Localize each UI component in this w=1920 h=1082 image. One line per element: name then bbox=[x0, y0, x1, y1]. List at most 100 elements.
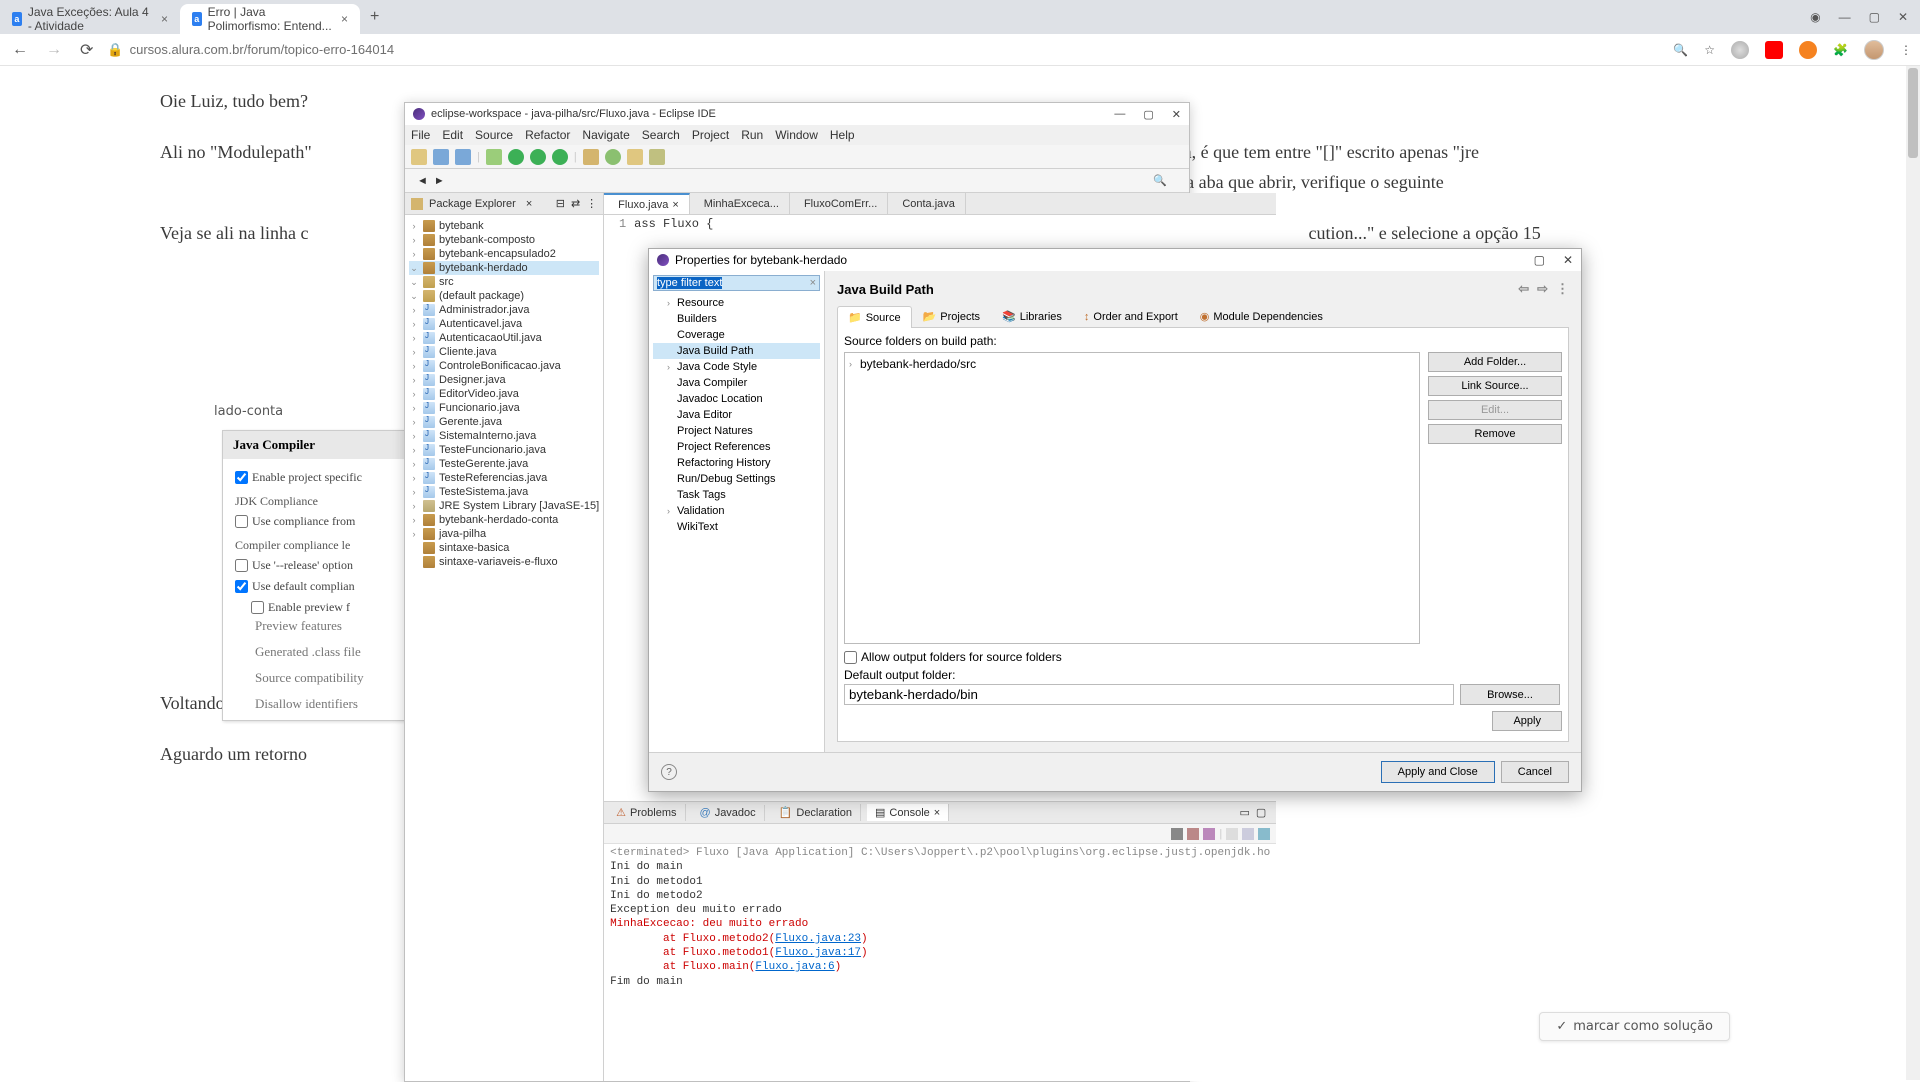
checkbox-preview[interactable]: Enable preview f bbox=[235, 597, 398, 618]
collapse-icon[interactable]: ⊟ bbox=[556, 197, 565, 210]
search-icon[interactable] bbox=[649, 149, 665, 165]
new-tab-button[interactable]: + bbox=[360, 8, 389, 26]
link-source-button[interactable]: Link Source... bbox=[1428, 376, 1562, 396]
browser-tab-active[interactable]: a Erro | Java Polimorfismo: Entend... × bbox=[180, 4, 360, 34]
add-folder-button[interactable]: Add Folder... bbox=[1428, 352, 1562, 372]
tree-file[interactable]: ›TesteGerente.java bbox=[409, 457, 599, 471]
category-item[interactable]: Refactoring History bbox=[653, 455, 820, 471]
extensions-icon[interactable]: 🧩 bbox=[1833, 43, 1848, 57]
save-icon[interactable] bbox=[433, 149, 449, 165]
tab-source[interactable]: 📁Source bbox=[837, 306, 912, 328]
minimize-icon[interactable]: — bbox=[1839, 10, 1851, 24]
coverage-icon[interactable] bbox=[530, 149, 546, 165]
scroll-lock-icon[interactable] bbox=[1242, 828, 1254, 840]
terminate-icon[interactable] bbox=[1171, 828, 1183, 840]
search-icon[interactable]: 🔍 bbox=[1153, 174, 1167, 187]
source-folders-tree[interactable]: ›bytebank-herdado/src bbox=[844, 352, 1420, 644]
javadoc-tab[interactable]: @Javadoc bbox=[692, 805, 765, 821]
tree-file[interactable]: ›Administrador.java bbox=[409, 303, 599, 317]
bookmark-icon[interactable]: ☆ bbox=[1704, 43, 1715, 57]
dialog-titlebar[interactable]: Properties for bytebank-herdado ▢ ✕ bbox=[649, 249, 1581, 271]
checkbox-default[interactable]: Use default complian bbox=[235, 576, 398, 597]
browse-button[interactable]: Browse... bbox=[1460, 684, 1560, 705]
menu-search[interactable]: Search bbox=[642, 128, 680, 142]
run-icon[interactable] bbox=[508, 149, 524, 165]
mark-solution-button[interactable]: ✓ marcar como solução bbox=[1539, 1012, 1730, 1041]
back-icon[interactable]: ⇦ bbox=[1518, 281, 1529, 297]
apply-button[interactable]: Apply bbox=[1492, 711, 1562, 731]
category-item[interactable]: WikiText bbox=[653, 519, 820, 535]
code-editor[interactable]: 1ass Fluxo { bbox=[604, 215, 1276, 233]
cancel-button[interactable]: Cancel bbox=[1501, 761, 1569, 783]
open-type-icon[interactable] bbox=[627, 149, 643, 165]
clear-icon[interactable]: × bbox=[810, 277, 816, 289]
tree-file[interactable]: ›TesteSistema.java bbox=[409, 485, 599, 499]
category-item[interactable]: Builders bbox=[653, 311, 820, 327]
new-package-icon[interactable] bbox=[583, 149, 599, 165]
tab-libraries[interactable]: 📚Libraries bbox=[991, 305, 1073, 327]
forward-icon[interactable]: ⇨ bbox=[1537, 281, 1548, 297]
tab-projects[interactable]: 📂Projects bbox=[912, 305, 991, 327]
menu-help[interactable]: Help bbox=[830, 128, 855, 142]
maximize-icon[interactable]: ▢ bbox=[1256, 806, 1266, 819]
category-item[interactable]: ›Validation bbox=[653, 503, 820, 519]
category-item[interactable]: Run/Debug Settings bbox=[653, 471, 820, 487]
menu-source[interactable]: Source bbox=[475, 128, 513, 142]
menu-file[interactable]: File bbox=[411, 128, 430, 142]
minimize-icon[interactable]: — bbox=[1114, 108, 1125, 121]
remove-button[interactable]: Remove bbox=[1428, 424, 1562, 444]
menu-window[interactable]: Window bbox=[775, 128, 818, 142]
tree-file[interactable]: ›TesteFuncionario.java bbox=[409, 443, 599, 457]
category-tree[interactable]: ›ResourceBuildersCoverageJava Build Path… bbox=[653, 291, 820, 535]
minimize-icon[interactable]: ▭ bbox=[1239, 806, 1249, 819]
menu-run[interactable]: Run bbox=[741, 128, 763, 142]
browser-tab[interactable]: a Java Exceções: Aula 4 - Atividade × bbox=[0, 4, 180, 34]
new-icon[interactable] bbox=[411, 149, 427, 165]
tab-modules[interactable]: ◉Module Dependencies bbox=[1189, 305, 1334, 327]
tab-order[interactable]: ↕Order and Export bbox=[1073, 305, 1189, 327]
console-tab[interactable]: ▤Console× bbox=[867, 804, 949, 821]
maximize-icon[interactable]: ▢ bbox=[1534, 253, 1545, 267]
category-item[interactable]: Task Tags bbox=[653, 487, 820, 503]
editor-tab[interactable]: FluxoComErr... bbox=[790, 193, 888, 214]
tree-file[interactable]: ›Cliente.java bbox=[409, 345, 599, 359]
tree-file[interactable]: ›AutenticacaoUtil.java bbox=[409, 331, 599, 345]
save-all-icon[interactable] bbox=[455, 149, 471, 165]
category-item[interactable]: Java Build Path bbox=[653, 343, 820, 359]
tree-file[interactable]: ›SistemaInterno.java bbox=[409, 429, 599, 443]
account-icon[interactable]: ◉ bbox=[1810, 10, 1820, 24]
external-icon[interactable] bbox=[552, 149, 568, 165]
menu-refactor[interactable]: Refactor bbox=[525, 128, 570, 142]
filter-input[interactable]: type filter text × bbox=[653, 275, 820, 291]
category-item[interactable]: ›Java Code Style bbox=[653, 359, 820, 375]
category-item[interactable]: Project Natures bbox=[653, 423, 820, 439]
output-folder-input[interactable] bbox=[844, 684, 1454, 705]
page-scrollbar[interactable] bbox=[1906, 66, 1920, 1080]
editor-tab[interactable]: Fluxo.java× bbox=[604, 193, 690, 214]
arrow-icon[interactable]: ◄ bbox=[417, 175, 428, 187]
checkbox-enable-project[interactable]: Enable project specific bbox=[235, 467, 398, 488]
close-icon[interactable]: ✕ bbox=[1172, 108, 1181, 121]
menu-icon[interactable]: ⋮ bbox=[1556, 281, 1569, 297]
allow-output-checkbox[interactable]: Allow output folders for source folders bbox=[844, 650, 1562, 664]
new-class-icon[interactable] bbox=[605, 149, 621, 165]
menu-icon[interactable]: ⋮ bbox=[1900, 43, 1912, 57]
tree-file[interactable]: ›Gerente.java bbox=[409, 415, 599, 429]
remove-all-icon[interactable] bbox=[1203, 828, 1215, 840]
checkbox-release[interactable]: Use '--release' option bbox=[235, 555, 398, 576]
arrow-icon[interactable]: ► bbox=[434, 175, 445, 187]
reload-button[interactable]: ⟳ bbox=[76, 36, 97, 64]
eclipse-toolbar[interactable]: | | bbox=[405, 145, 1189, 169]
category-item[interactable]: Java Editor bbox=[653, 407, 820, 423]
tree-file[interactable]: ›Autenticavel.java bbox=[409, 317, 599, 331]
maximize-icon[interactable]: ▢ bbox=[1869, 10, 1880, 24]
pin-icon[interactable] bbox=[1258, 828, 1270, 840]
eclipse-menubar[interactable]: File Edit Source Refactor Navigate Searc… bbox=[405, 125, 1189, 145]
menu-project[interactable]: Project bbox=[692, 128, 729, 142]
close-icon[interactable]: × bbox=[341, 12, 348, 26]
close-icon[interactable]: ✕ bbox=[1898, 10, 1908, 24]
category-item[interactable]: Javadoc Location bbox=[653, 391, 820, 407]
declaration-tab[interactable]: 📋Declaration bbox=[771, 804, 861, 821]
tree-file[interactable]: ›Designer.java bbox=[409, 373, 599, 387]
problems-tab[interactable]: ⚠Problems bbox=[608, 804, 685, 821]
